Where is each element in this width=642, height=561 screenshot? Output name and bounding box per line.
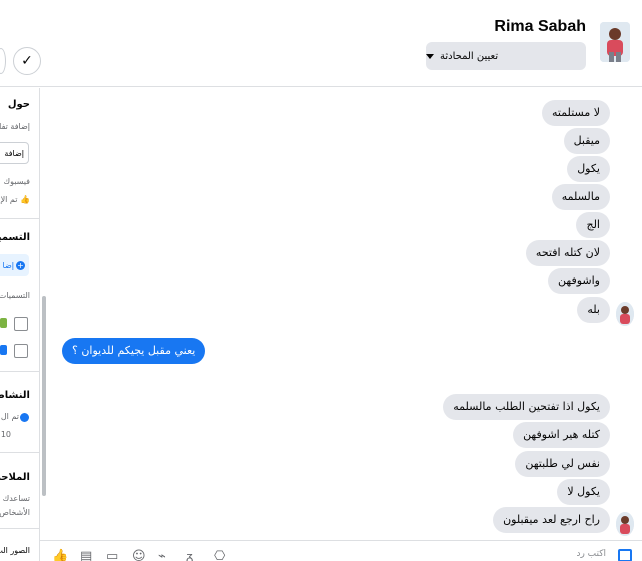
saved-reply-icon[interactable]: ▭ (106, 549, 118, 561)
activity-time: 10 (0, 430, 11, 439)
message-bubble[interactable]: راح ارجع لعد ميقبلون (493, 507, 610, 533)
send-icon[interactable] (618, 549, 632, 561)
attach-icon[interactable]: ⌁ (158, 549, 166, 561)
label-color-green (0, 318, 7, 328)
about-subtitle: إضافة تفا (0, 122, 30, 131)
message-bubble[interactable]: بله (577, 297, 610, 323)
like-icon[interactable]: 👍 (52, 549, 68, 561)
notes-description: تساعدك الم (0, 494, 30, 503)
divider (0, 371, 39, 372)
images-title: الصور الت (0, 546, 30, 555)
caret-down-icon (426, 53, 434, 59)
message-bubble[interactable]: يكول اذا تفتحين الطلب مالسلمه (443, 394, 610, 420)
emoji-icon[interactable]: ☺ (132, 549, 146, 561)
message-bubble[interactable]: الج (576, 212, 610, 238)
template-icon[interactable]: ▤ (80, 549, 92, 561)
message-composer: اكتب رد 👍 ▤ ▭ ☺ ⌁ ᵹ ⎔ (40, 540, 642, 561)
message-bubble[interactable]: لان كتله افتحه (525, 240, 610, 266)
message-bubble[interactable]: نفس لي طلبتهن (515, 451, 610, 477)
message-bubble-outgoing[interactable]: يعني مقبل يجيكم للديوان ؟ (62, 338, 206, 364)
divider (0, 452, 39, 453)
activity-title: النشاط (0, 390, 30, 401)
sender-avatar (616, 302, 634, 326)
notes-description-2: الأشخاص (0, 508, 30, 517)
add-details-label: إضافة (4, 148, 24, 158)
sidebar-scrollbar[interactable] (42, 296, 46, 496)
conversation-header: Rima Sabah تعيين المحادثة ✓ (0, 0, 642, 87)
add-details-button[interactable]: إضافة (0, 142, 29, 164)
checkmark-icon: ✓ (21, 53, 33, 69)
plus-icon: + (16, 260, 25, 270)
more-button[interactable] (0, 48, 6, 74)
liked-page-info: 👍 تم الإ (1, 195, 30, 204)
mark-done-button[interactable]: ✓ (13, 47, 41, 75)
notes-title: الملاحظ (0, 472, 30, 483)
contact-name[interactable]: Rima Sabah (494, 18, 586, 36)
assign-label: تعيين المحادثة (440, 50, 499, 62)
add-label-text: إضا (2, 260, 14, 270)
label-checkbox-green[interactable] (14, 317, 28, 331)
gif-icon[interactable]: ᵹ (186, 549, 193, 561)
like-icon: 👍 (20, 195, 30, 204)
message-bubble[interactable]: ميقبل (563, 128, 610, 154)
add-label-button[interactable]: + إضا (0, 254, 29, 276)
labels-title: التسميا (0, 232, 30, 243)
divider (0, 528, 39, 529)
label-checkbox-blue[interactable] (14, 344, 28, 358)
assign-conversation-dropdown[interactable]: تعيين المحادثة (426, 42, 586, 70)
message-bubble[interactable]: كتله هير اشوفهن (513, 422, 610, 448)
liked-page-label: تم الإ (0, 195, 18, 204)
message-bubble[interactable]: مالسلمه (551, 184, 610, 210)
message-bubble[interactable]: يكول لا (557, 479, 610, 505)
activity-dot-icon (20, 413, 29, 422)
reply-input[interactable]: اكتب رد (576, 549, 606, 559)
message-bubble[interactable]: يكول (567, 156, 610, 182)
labels-subtitle: التسميات (0, 291, 30, 300)
message-bubble[interactable]: واشوفهن (548, 268, 610, 294)
contact-avatar[interactable] (600, 22, 630, 62)
about-title: حول (7, 99, 30, 110)
activity-item: تم ال (0, 412, 19, 421)
camera-icon[interactable]: ⎔ (214, 549, 225, 561)
sender-avatar (616, 512, 634, 536)
divider (0, 218, 39, 219)
message-bubble[interactable]: لا مستلمته (541, 100, 610, 126)
label-color-blue (0, 345, 7, 355)
facebook-label: فيسبوك (3, 177, 30, 186)
contact-info-sidebar: حول إضافة تفا إضافة فيسبوك 👍 تم الإ التس… (0, 88, 40, 561)
